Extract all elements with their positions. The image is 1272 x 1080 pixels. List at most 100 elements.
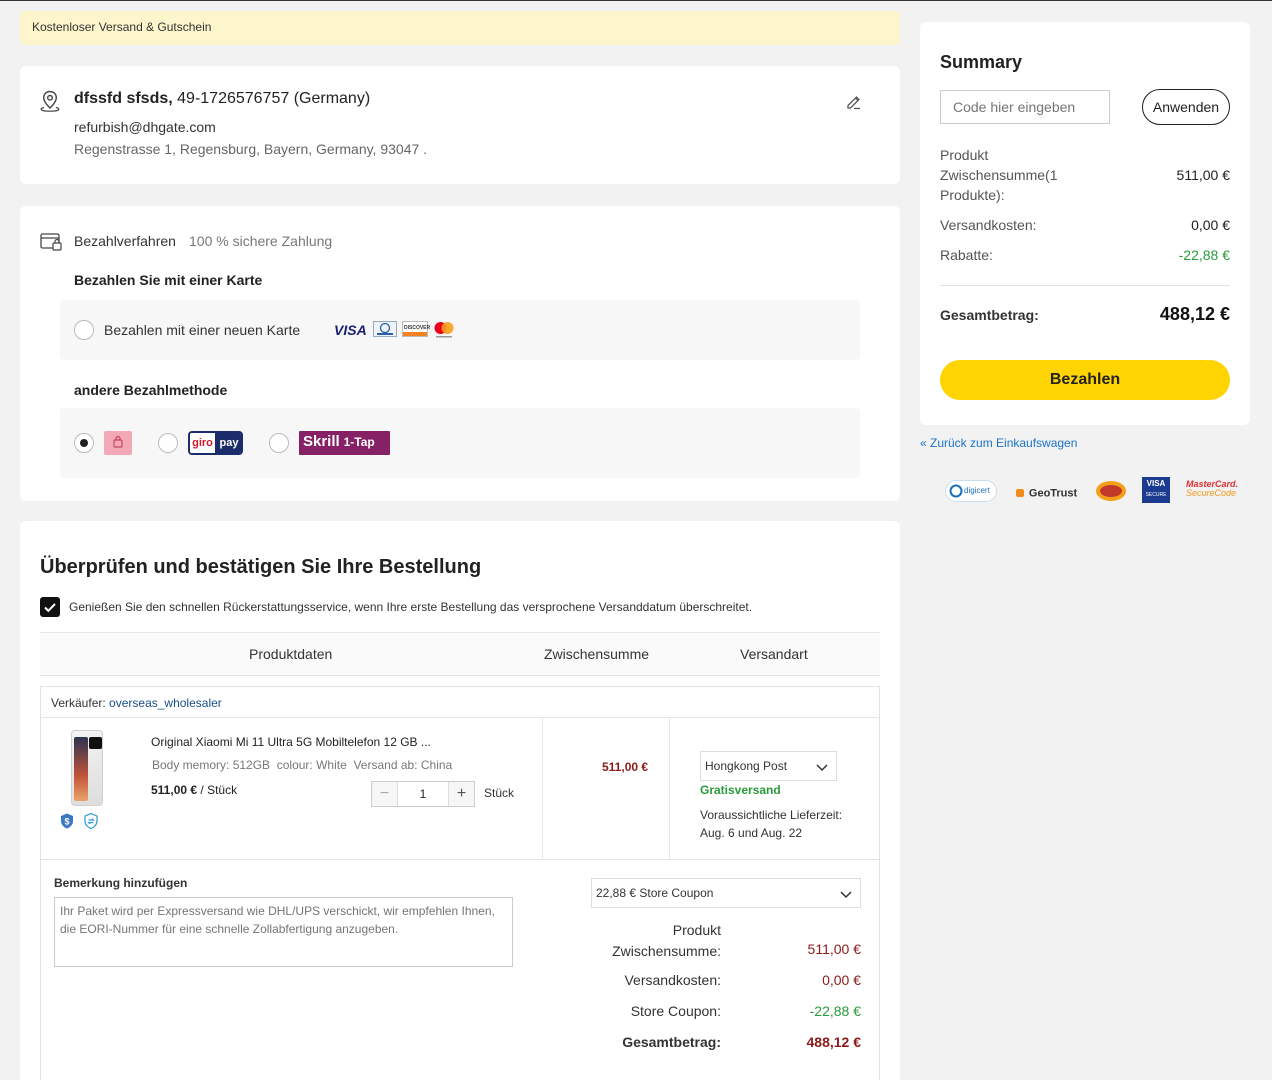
quantity-decrease-button[interactable]: −: [372, 782, 398, 806]
divider: [41, 859, 879, 860]
shipping-method-value: Hongkong Post: [705, 759, 788, 773]
new-card-option[interactable]: Bezahlen mit einer neuen Karte VISA DISC…: [60, 300, 860, 360]
unit-price-suffix: / Stück: [200, 783, 238, 797]
svg-text:$: $: [64, 817, 69, 827]
summary-card: Summary Anwenden Produkt Zwischensumme(1…: [920, 22, 1250, 425]
seller-block: Verkäufer: overseas_wholesaler $ Origina…: [40, 686, 880, 1080]
discover-logo: DISCOVER: [402, 321, 430, 337]
total-product-value: 511,00 €: [807, 941, 861, 957]
attr-memory: 512GB: [232, 758, 271, 772]
remark-label: Bemerkung hinzufügen: [54, 876, 188, 890]
recipient-phone: 49-1726576757 (Germany): [177, 90, 371, 107]
column-product: Produktdaten: [249, 646, 333, 662]
product-name[interactable]: Original Xiaomi Mi 11 Ultra 5G Mobiltele…: [151, 735, 431, 749]
summary-discount-label: Rabatte:: [940, 247, 993, 263]
new-card-radio[interactable]: [74, 320, 94, 340]
coupon-code-input[interactable]: [940, 90, 1110, 124]
attr-colour: White: [316, 758, 347, 772]
mc-securecode-line2: SecureCode: [1186, 488, 1237, 498]
digicert-badge: digicert: [945, 480, 997, 502]
chevron-down-icon: [816, 764, 828, 772]
geotrust-badge: GeoTrust: [1015, 484, 1077, 500]
giropay-radio[interactable]: [158, 433, 178, 453]
giropay-logo: giro pay: [188, 431, 243, 455]
address-card: dfssfd sfsds, 49-1726576757 (Germany) re…: [20, 66, 900, 184]
apply-button[interactable]: Anwenden: [1142, 89, 1230, 125]
quantity-unit: Stück: [484, 786, 515, 800]
product-image[interactable]: [71, 730, 103, 806]
remark-textarea[interactable]: [54, 897, 513, 967]
product-unit-price: 511,00 € / Stück: [151, 783, 237, 797]
summary-shipping-label: Versandkosten:: [940, 217, 1037, 233]
review-title: Überprüfen und bestätigen Sie Ihre Beste…: [40, 556, 482, 578]
skrill-logo-tap: 1-Tap: [343, 435, 375, 449]
delivery-estimate: Voraussichtliche Lieferzeit: Aug. 6 und …: [700, 806, 860, 842]
refund-service-text: Genießen Sie den schnellen Rückerstattun…: [69, 600, 753, 614]
chevron-down-icon: [840, 891, 852, 899]
checkmark-icon: [44, 603, 56, 613]
recipient-email: refurbish@dhgate.com: [74, 119, 216, 135]
unit-price-value: 511,00 €: [151, 783, 198, 797]
divider: [940, 285, 1230, 286]
refund-service-checkbox[interactable]: [40, 597, 60, 617]
summary-total-value: 488,12 €: [1159, 304, 1230, 324]
secure-payment-icon: [40, 233, 62, 251]
quantity-value[interactable]: 1: [398, 787, 448, 801]
quantity-stepper: − 1 +: [371, 781, 475, 807]
summary-title: Summary: [940, 52, 1023, 72]
attr-memory-label: Body memory:: [152, 758, 230, 772]
total-product-label-2: Zwischensumme:: [612, 943, 721, 959]
skrill-logo-name: Skrill: [303, 433, 340, 450]
new-card-label: Bezahlen mit einer neuen Karte: [104, 322, 301, 338]
order-review-card: Überprüfen und bestätigen Sie Ihre Beste…: [20, 521, 900, 1080]
shipping-method-select[interactable]: Hongkong Post: [700, 751, 837, 781]
digicert-text: digicert: [964, 486, 990, 495]
store-coupon-select[interactable]: 22,88 € Store Coupon: [591, 878, 861, 908]
total-coupon-value: -22,88 €: [809, 1003, 861, 1019]
geotrust-text: GeoTrust: [1028, 487, 1078, 500]
summary-product-label: Produkt Zwischensumme(1 Produkte):: [940, 147, 1058, 203]
quantity-increase-button[interactable]: +: [448, 782, 474, 806]
payment-card: Bezahlverfahren 100 % sichere Zahlung Be…: [20, 206, 900, 501]
pay-button[interactable]: Bezahlen: [940, 360, 1230, 400]
promo-notice: Kostenloser Versand & Gutschein: [20, 11, 900, 45]
delivery-estimate-label: Voraussichtliche Lieferzeit:: [700, 808, 843, 822]
recipient-name: dfssfd sfsds,: [74, 90, 173, 107]
total-amount-value: 488,12 €: [806, 1034, 862, 1050]
attr-ship: China: [420, 758, 453, 772]
product-attributes: Body memory: 512GB colour: White Versand…: [152, 758, 452, 772]
divider: [669, 718, 670, 860]
summary-product-value: 511,00 €: [1176, 167, 1230, 183]
sofort-emblem-icon: [113, 435, 123, 448]
free-shipping-label: Gratisversand: [700, 783, 781, 797]
location-pin-icon: [40, 90, 60, 112]
skrill-radio[interactable]: [269, 433, 289, 453]
diners-club-logo: [373, 321, 397, 337]
delivery-estimate-dates: Aug. 6 und Aug. 22: [700, 826, 803, 840]
total-product-label: Produkt Zwischensumme:: [611, 920, 721, 962]
column-shipping: Versandart: [740, 646, 808, 662]
giropay-logo-pay: pay: [215, 433, 241, 453]
secure-payment-text: 100 % sichere Zahlung: [189, 233, 333, 249]
total-shipping-value: 0,00 €: [822, 972, 861, 988]
digicert-seal-icon: [949, 484, 963, 498]
edit-pencil-icon[interactable]: [845, 92, 863, 110]
sofort-logo: [104, 431, 132, 455]
payment-title: Bezahlverfahren: [74, 233, 176, 249]
divider: [41, 717, 879, 718]
mastercard-securecode-badge: MasterCard. SecureCode: [1186, 480, 1238, 498]
mastercard-logo: [434, 322, 454, 338]
visa-logo: VISA: [334, 322, 367, 338]
total-amount-label: Gesamtbetrag:: [622, 1034, 721, 1050]
seller-link[interactable]: overseas_wholesaler: [109, 696, 222, 710]
summary-discount-value: -22,88 €: [1178, 247, 1230, 263]
divider: [542, 718, 543, 860]
total-shipping-label: Versandkosten:: [624, 972, 721, 988]
visa-secure-visa: VISA: [1146, 479, 1166, 488]
store-coupon-value: 22,88 € Store Coupon: [596, 886, 714, 900]
sofort-radio[interactable]: [74, 433, 94, 453]
back-to-cart-link[interactable]: « Zurück zum Einkaufswagen: [920, 436, 1077, 450]
discover-stripe: [403, 332, 427, 336]
visa-secure-text: SECURE: [1145, 492, 1167, 498]
geotrust-seal-icon: [1016, 489, 1024, 498]
